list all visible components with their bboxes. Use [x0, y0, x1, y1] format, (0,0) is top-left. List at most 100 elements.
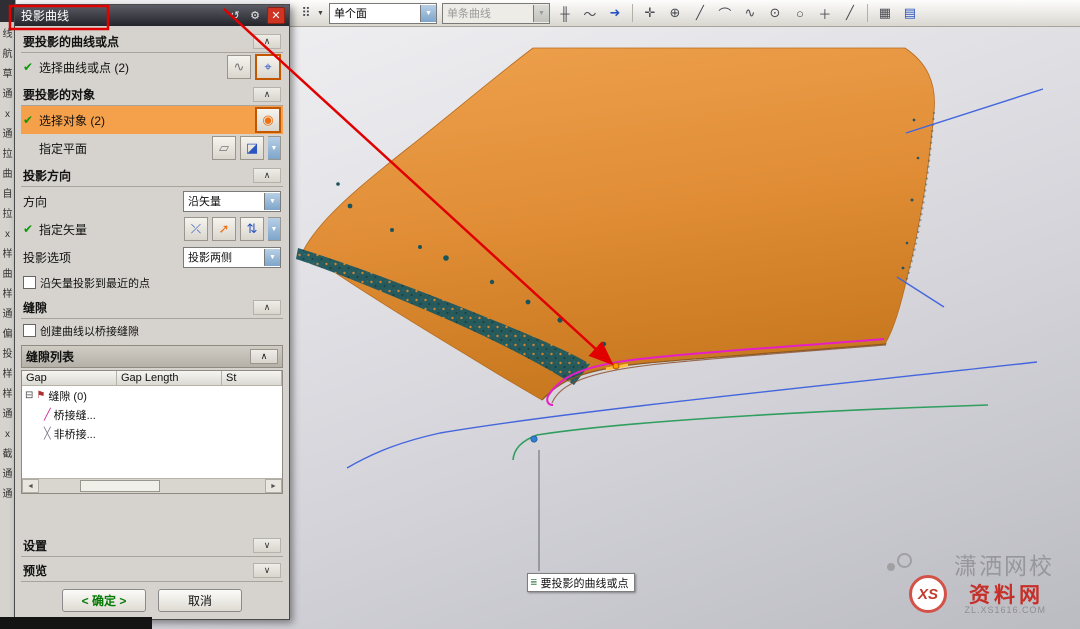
section-preview: 预览 ∨ — [21, 559, 283, 582]
reverse-direction-button[interactable]: ⇅ — [240, 217, 264, 241]
ok-button[interactable]: < 确定 > — [62, 589, 146, 612]
left-toolbar-item[interactable]: 通 — [1, 85, 15, 105]
vector-dropdown-arrow-icon[interactable]: ▼ — [268, 217, 281, 241]
bridge-gaps-checkbox[interactable] — [23, 324, 36, 337]
scroll-right-icon[interactable]: ► — [265, 479, 282, 493]
left-toolbar-item[interactable]: 通 — [1, 485, 15, 505]
plane-dropdown-arrow-icon[interactable]: ▼ — [268, 136, 281, 160]
point-dialog-button[interactable]: ⌖ — [255, 54, 281, 80]
pattern-dropdown-arrow-icon[interactable]: ▼ — [317, 10, 324, 17]
column-header-gap[interactable]: Gap — [22, 371, 117, 386]
circle-icon[interactable]: ○ — [790, 3, 810, 23]
close-icon[interactable]: ✕ — [267, 7, 285, 24]
chevron-down-icon[interactable]: ∨ — [253, 563, 281, 578]
inferred-vector-icon: ➚ — [219, 221, 230, 237]
left-toolbar-item[interactable]: 拉 — [1, 145, 15, 165]
select-objects-row[interactable]: ✔ 选择对象 (2) ◉ — [21, 106, 283, 134]
left-toolbar-item[interactable]: 偏 — [1, 325, 15, 345]
grid-view-icon[interactable]: ▦ — [875, 3, 895, 23]
project-nearest-checkbox[interactable] — [23, 276, 36, 289]
specify-plane-row[interactable]: 指定平面 ▱ ◪ ▼ — [21, 134, 283, 162]
left-toolbar-item[interactable]: x — [1, 105, 15, 125]
left-toolbar-item[interactable]: 曲 — [1, 165, 15, 185]
left-toolbar-item[interactable]: 线 — [1, 25, 15, 45]
point-dialog-icon: ⌖ — [264, 59, 271, 75]
left-toolbar-item[interactable]: 样 — [1, 365, 15, 385]
circle-center-icon[interactable]: ⊕ — [665, 3, 685, 23]
table-row-nonbridge[interactable]: ╳ 非桥接... — [22, 424, 282, 443]
scrollbar-track[interactable] — [39, 479, 265, 493]
conic-icon[interactable]: ⊙ — [765, 3, 785, 23]
reset-icon[interactable]: ↺ — [227, 8, 243, 23]
left-toolbar-item[interactable]: 样 — [1, 285, 15, 305]
select-object-button[interactable]: ◉ — [255, 107, 281, 133]
diagonal-line-icon[interactable]: ╱ — [840, 3, 860, 23]
datasheet-icon[interactable]: ▤ — [900, 3, 920, 23]
gear-icon[interactable]: ⚙ — [247, 8, 263, 23]
dialog-title: 投影曲线 — [19, 7, 223, 24]
section-objects-to-project: 要投影的对象 ∧ — [21, 83, 283, 106]
pattern-grid-icon[interactable]: ⠿ — [296, 3, 316, 23]
snap-poles-icon[interactable]: ╫ — [555, 3, 575, 23]
horizontal-scrollbar[interactable]: ◄ ► — [22, 478, 282, 493]
chevron-down-icon[interactable]: ∨ — [253, 538, 281, 553]
cancel-button[interactable]: 取消 — [158, 589, 242, 612]
section-projection-direction: 投影方向 ∧ — [21, 164, 283, 187]
vector-dialog-button[interactable]: ⤫ — [184, 217, 208, 241]
plane-type-button[interactable]: ◪ — [240, 136, 264, 160]
bridge-gaps-row[interactable]: 创建曲线以桥接缝隙 — [21, 319, 283, 342]
left-toolbar-item[interactable]: 通 — [1, 125, 15, 145]
left-toolbar-item[interactable]: 草 — [1, 65, 15, 85]
projection-option-dropdown[interactable]: 投影两侧 ▼ — [183, 247, 281, 268]
left-toolbar-item[interactable]: 投 — [1, 345, 15, 365]
left-toolbar-item[interactable]: x — [1, 225, 15, 245]
left-toolbar-item[interactable]: 截 — [1, 445, 15, 465]
dialog-titlebar[interactable]: 投影曲线 ↺ ⚙ ✕ — [15, 5, 289, 26]
proceed-arrow-icon[interactable]: ➜ — [605, 3, 625, 23]
point-constructor-icon[interactable]: ✛ — [640, 3, 660, 23]
left-toolbar-item[interactable]: 通 — [1, 405, 15, 425]
watermark-logo: XS — [909, 575, 947, 613]
select-curves-row[interactable]: ✔ 选择曲线或点 (2) ∿ ⌖ — [21, 53, 283, 81]
chevron-up-icon[interactable]: ∧ — [253, 87, 281, 102]
column-header-gap-length[interactable]: Gap Length — [117, 371, 222, 386]
vector-dialog-icon: ⤫ — [191, 221, 201, 237]
plus-icon[interactable]: ＋ — [815, 3, 835, 23]
column-header-st[interactable]: St — [222, 371, 282, 386]
arc-icon[interactable]: ⌒ — [715, 3, 735, 23]
scroll-left-icon[interactable]: ◄ — [22, 479, 39, 493]
left-toolbar-item[interactable]: 航 — [1, 45, 15, 65]
plane-dialog-button[interactable]: ▱ — [212, 136, 236, 160]
table-row-gap-root[interactable]: ⊟ ⚑ 缝隙 (0) — [22, 386, 282, 405]
section-title: 投影方向 — [23, 167, 71, 184]
studio-spline-icon[interactable]: 〜 — [580, 3, 600, 23]
left-toolbar-item[interactable]: 样 — [1, 385, 15, 405]
direction-value: 沿矢量 — [188, 193, 264, 209]
specify-vector-row[interactable]: ✔ 指定矢量 ⤫ ➚ ⇅ ▼ — [21, 215, 283, 243]
scrollbar-thumb[interactable] — [80, 480, 160, 492]
face-rule-dropdown[interactable]: 单个面 ▼ — [329, 3, 437, 24]
left-toolbar-item[interactable]: 样 — [1, 245, 15, 265]
left-toolbar-item[interactable]: 拉 — [1, 205, 15, 225]
select-objects-label: 选择对象 (2) — [39, 112, 105, 129]
expand-icon[interactable]: ⊟ — [25, 390, 33, 401]
inferred-vector-button[interactable]: ➚ — [212, 217, 236, 241]
left-toolbar-item[interactable]: 曲 — [1, 265, 15, 285]
line-icon[interactable]: ╱ — [690, 3, 710, 23]
chevron-up-icon[interactable]: ∧ — [250, 349, 278, 364]
left-toolbar-item[interactable]: 通 — [1, 465, 15, 485]
left-toolbar-item[interactable]: x — [1, 425, 15, 445]
section-curves-to-project: 要投影的曲线或点 ∧ — [21, 30, 283, 53]
spline-icon[interactable]: ∿ — [740, 3, 760, 23]
chevron-up-icon[interactable]: ∧ — [253, 168, 281, 183]
chevron-up-icon[interactable]: ∧ — [253, 34, 281, 49]
left-toolbar-item[interactable]: 通 — [1, 305, 15, 325]
curve-button[interactable]: ∿ — [227, 55, 251, 79]
direction-dropdown[interactable]: 沿矢量 ▼ — [183, 191, 281, 212]
table-row-bridge[interactable]: ╱ 桥接缝... — [22, 405, 282, 424]
left-toolbar-item[interactable]: 自 — [1, 185, 15, 205]
chevron-up-icon[interactable]: ∧ — [253, 300, 281, 315]
curve-point — [531, 436, 537, 442]
direction-label: 方向 — [23, 193, 47, 210]
project-nearest-row[interactable]: 沿矢量投影到最近的点 — [21, 271, 283, 294]
